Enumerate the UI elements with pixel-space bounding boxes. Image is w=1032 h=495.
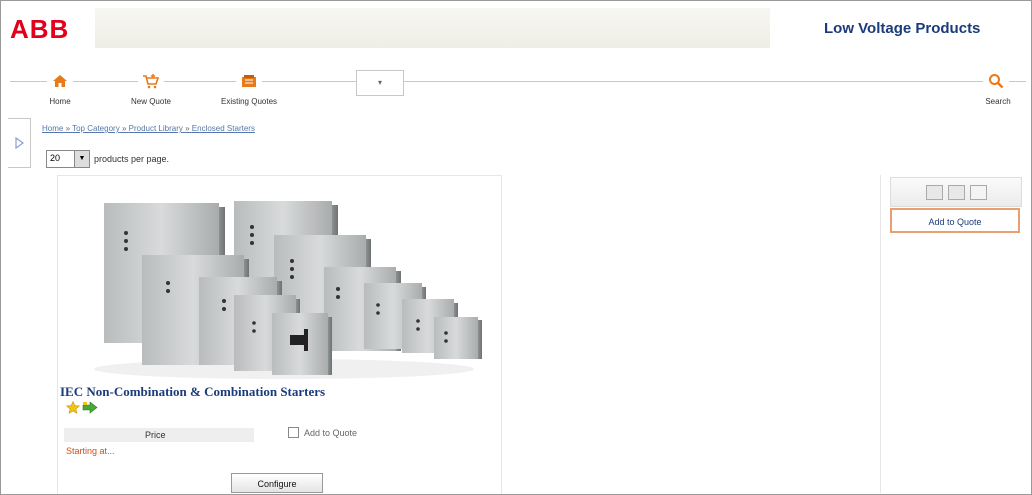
nav-home-label[interactable]: Home <box>40 97 80 106</box>
new-quote-icon[interactable] <box>138 68 164 94</box>
breadcrumb-product-library[interactable]: Product Library <box>129 124 183 133</box>
expand-arrow-icon <box>15 137 24 149</box>
go-arrow-icon[interactable] <box>82 401 98 419</box>
abb-logo[interactable]: ABB <box>10 14 69 45</box>
header-banner <box>95 8 770 48</box>
enclosed-starters-product-image[interactable] <box>84 193 488 381</box>
grid-view-icon[interactable] <box>925 184 943 200</box>
nav-existing-quotes-label[interactable]: Existing Quotes <box>203 97 295 106</box>
nav-new-quote-label[interactable]: New Quote <box>120 97 182 106</box>
breadcrumb-separator: » <box>65 124 71 133</box>
nav-search-label[interactable]: Search <box>975 97 1021 106</box>
nav-search[interactable]: Search <box>975 68 1021 106</box>
add-to-quote-checkbox-label[interactable]: Add to Quote <box>304 428 357 438</box>
existing-quotes-icon[interactable] <box>236 68 262 94</box>
favorite-star-icon[interactable] <box>65 400 81 419</box>
per-page-value: 20 <box>50 153 61 163</box>
nav-new-quote[interactable]: New Quote <box>120 68 182 106</box>
add-to-quote-checkbox[interactable] <box>288 427 299 438</box>
detail-view-icon[interactable] <box>969 184 987 200</box>
breadcrumb-enclosed-starters[interactable]: Enclosed Starters <box>192 124 255 133</box>
nav-home[interactable]: Home <box>40 68 80 106</box>
add-to-quote-button[interactable]: Add to Quote <box>890 208 1020 233</box>
configure-button[interactable]: Configure <box>231 473 323 493</box>
product-title[interactable]: IEC Non-Combination & Combination Starte… <box>60 384 325 400</box>
chevron-down-icon[interactable]: ▼ <box>74 151 89 167</box>
per-page-select[interactable]: 20 ▼ <box>46 150 90 168</box>
search-icon[interactable] <box>983 68 1009 94</box>
price-value: Starting at... <box>66 446 115 456</box>
breadcrumb: Home » Top Category » Product Library » … <box>42 124 255 133</box>
price-header: Price <box>145 430 166 440</box>
nav-existing-quotes[interactable]: Existing Quotes <box>203 68 295 106</box>
breadcrumb-separator: » <box>121 124 127 133</box>
per-page-label: products per page. <box>94 154 170 164</box>
sidebar-toggle[interactable] <box>8 118 31 168</box>
app-title: Low Voltage Products <box>824 20 981 37</box>
breadcrumb-separator: » <box>185 124 190 133</box>
breadcrumb-home[interactable]: Home <box>42 124 63 133</box>
breadcrumb-top-category[interactable]: Top Category <box>72 124 120 133</box>
home-icon[interactable] <box>47 68 73 94</box>
list-view-icon[interactable] <box>947 184 965 200</box>
view-mode-toolbar <box>890 177 1022 207</box>
nav-dropdown[interactable]: ▾ <box>356 70 404 96</box>
